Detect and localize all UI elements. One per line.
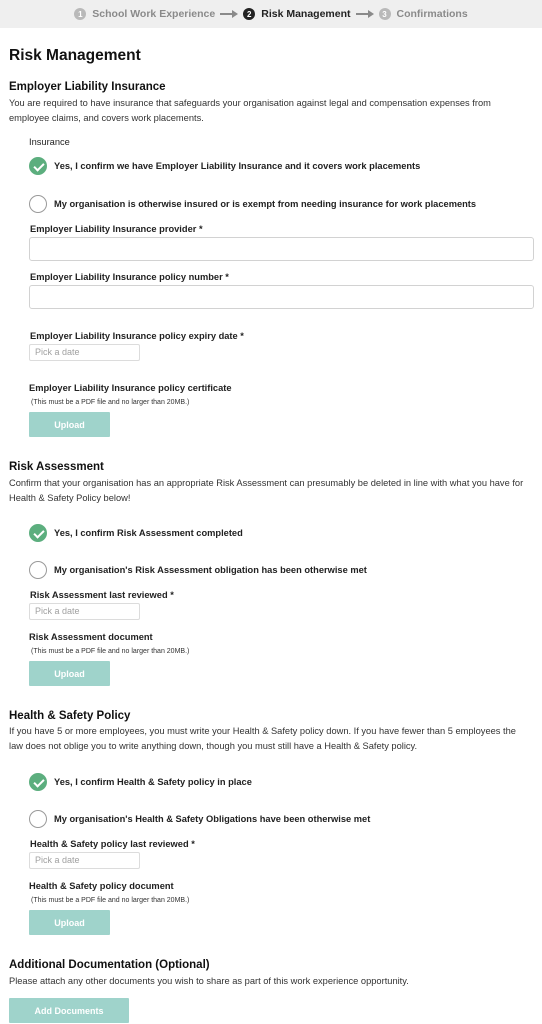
step-number-icon: 3 [378, 8, 391, 20]
risk-reviewed-date-picker[interactable]: Pick a date [29, 603, 140, 620]
check-circle-icon[interactable] [29, 157, 47, 175]
page-title: Risk Management [9, 47, 141, 64]
hs-option-yes[interactable]: Yes, I confirm Health & Safety policy in… [29, 773, 252, 791]
upload-hs-document-button[interactable]: Upload [29, 910, 110, 935]
option-label: My organisation's Risk Assessment obliga… [54, 565, 367, 575]
risk-option-other[interactable]: My organisation's Risk Assessment obliga… [29, 561, 367, 579]
step-confirmations[interactable]: 3 Confirmations [378, 8, 468, 20]
step-label: School Work Experience [92, 8, 216, 20]
step-school-work-experience[interactable]: 1 School Work Experience [74, 8, 215, 20]
provider-label: Employer Liability Insurance provider * [30, 224, 203, 234]
expiry-date-label: Employer Liability Insurance policy expi… [30, 331, 244, 341]
radio-icon[interactable] [29, 561, 47, 579]
file-hint: (This must be a PDF file and no larger t… [31, 648, 190, 655]
file-hint: (This must be a PDF file and no larger t… [31, 897, 190, 904]
check-circle-icon[interactable] [29, 773, 47, 791]
step-number-icon: 1 [74, 8, 87, 20]
step-label: Risk Management [261, 8, 351, 20]
upload-certificate-button[interactable]: Upload [29, 412, 110, 437]
option-label: My organisation is otherwise insured or … [54, 199, 477, 209]
section-title-hs: Health & Safety Policy [9, 710, 131, 722]
hs-reviewed-label: Health & Safety policy last reviewed * [30, 839, 195, 849]
section-desc-hs: If you have 5 or more employees, you mus… [9, 726, 516, 751]
expiry-date-picker[interactable]: Pick a date [29, 344, 140, 361]
section-desc-eli: You are required to have insurance that … [9, 98, 491, 123]
policy-number-label: Employer Liability Insurance policy numb… [30, 272, 229, 282]
section-title-eli: Employer Liability Insurance [9, 81, 166, 93]
arrow-right-icon [220, 10, 239, 18]
section-desc-risk: Confirm that your organisation has an ap… [9, 478, 524, 503]
add-documents-button[interactable]: Add Documents [9, 998, 129, 1023]
policy-number-input[interactable] [29, 285, 534, 309]
step-label: Confirmations [396, 8, 468, 20]
check-circle-icon[interactable] [29, 524, 47, 542]
step-number-icon: 2 [243, 8, 256, 20]
insurance-option-other[interactable]: My organisation is otherwise insured or … [29, 195, 476, 213]
arrow-right-icon [355, 10, 374, 18]
section-title-risk: Risk Assessment [9, 461, 104, 473]
risk-option-yes[interactable]: Yes, I confirm Risk Assessment completed [29, 524, 243, 542]
option-label: My organisation's Health & Safety Obliga… [54, 814, 371, 824]
certificate-label: Employer Liability Insurance policy cert… [29, 383, 232, 393]
upload-risk-document-button[interactable]: Upload [29, 661, 110, 686]
provider-input[interactable] [29, 237, 534, 261]
radio-icon[interactable] [29, 195, 47, 213]
insurance-option-yes[interactable]: Yes, I confirm we have Employer Liabilit… [29, 157, 420, 175]
section-desc-additional: Please attach any other documents you wi… [9, 976, 409, 986]
option-label: Yes, I confirm Health & Safety policy in… [54, 777, 252, 787]
file-hint: (This must be a PDF file and no larger t… [31, 399, 190, 406]
progress-stepper: 1 School Work Experience 2 Risk Manageme… [0, 0, 542, 28]
hs-reviewed-date-picker[interactable]: Pick a date [29, 852, 140, 869]
hs-option-other[interactable]: My organisation's Health & Safety Obliga… [29, 810, 370, 828]
risk-reviewed-label: Risk Assessment last reviewed * [30, 590, 174, 600]
hs-document-label: Health & Safety policy document [29, 881, 174, 891]
risk-document-label: Risk Assessment document [29, 632, 153, 642]
section-title-additional: Additional Documentation (Optional) [9, 959, 210, 971]
step-risk-management[interactable]: 2 Risk Management [243, 8, 351, 20]
option-label: Yes, I confirm Risk Assessment completed [54, 528, 243, 538]
radio-icon[interactable] [29, 810, 47, 828]
insurance-group-label: Insurance [29, 137, 70, 147]
option-label: Yes, I confirm we have Employer Liabilit… [54, 161, 421, 171]
